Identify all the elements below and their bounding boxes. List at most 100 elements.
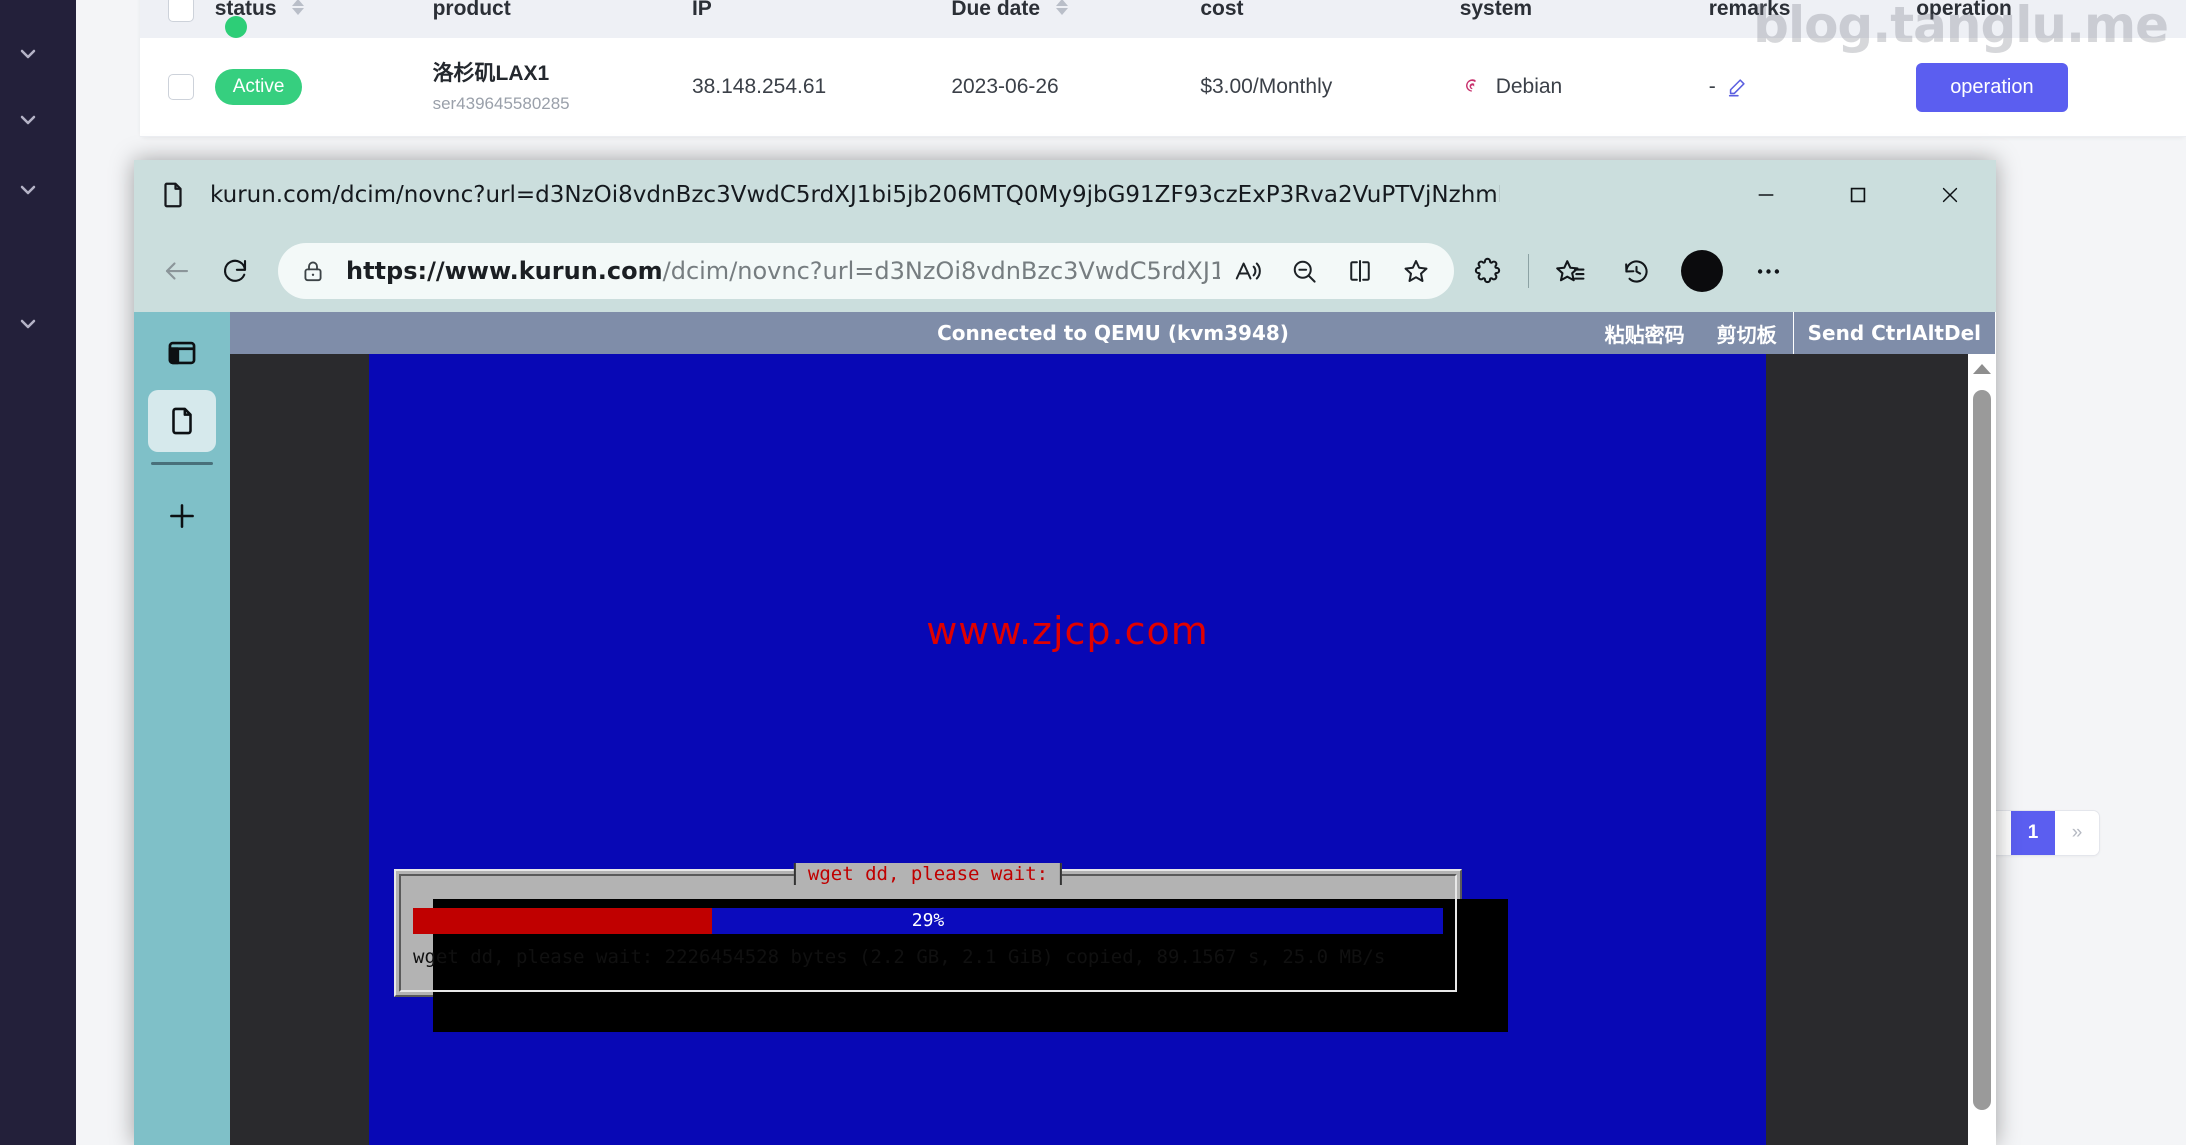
product-serial: ser439645580285	[433, 94, 692, 114]
system-name: Debian	[1496, 75, 1563, 99]
favorites-collection-icon	[1555, 256, 1586, 287]
clipboard-button[interactable]: 剪切板	[1701, 312, 1793, 354]
address-bar[interactable]: https://www.kurun.com/dcim/novnc?url=d3N…	[278, 243, 1454, 299]
th-system: system	[1460, 0, 1709, 38]
back-button[interactable]	[148, 242, 206, 300]
settings-and-more-button[interactable]	[1735, 241, 1801, 301]
novnc-client: Connected to QEMU (kvm3948) 粘贴密码 剪切板 Sen…	[230, 312, 1996, 1145]
vnc-screen-canvas[interactable]: www.zjcp.com wget dd, please wait: 29% w…	[369, 354, 1766, 1145]
tab-panel-toggle-icon	[165, 336, 199, 370]
minimize-button[interactable]	[1720, 160, 1812, 230]
th-due-date[interactable]: Due date	[951, 0, 1200, 38]
browser-title-bar[interactable]: kurun.com/dcim/novnc?url=d3NzOi8vdnBzc3V…	[134, 160, 1996, 230]
history-button[interactable]	[1603, 241, 1669, 301]
row-operation-cell: operation	[1916, 38, 2186, 137]
window-title: kurun.com/dcim/novnc?url=d3NzOi8vdnBzc3V…	[210, 182, 1500, 208]
dialog-title: wget dd, please wait:	[794, 863, 1062, 885]
new-tab-button[interactable]	[148, 485, 216, 547]
th-remarks: remarks	[1709, 0, 1917, 38]
chevron-down-icon	[16, 42, 40, 66]
window-controls	[1720, 160, 1996, 230]
th-product: product	[433, 0, 692, 38]
select-all-checkbox[interactable]	[168, 0, 194, 22]
edit-pencil-icon[interactable]	[1726, 76, 1748, 98]
progress-percent-label: 29%	[413, 910, 1443, 931]
split-screen-icon	[1345, 256, 1375, 286]
extensions-puzzle-icon	[1472, 256, 1503, 287]
th-cost: cost	[1200, 0, 1459, 38]
table-row[interactable]: Active 洛杉矶LAX1 ser439645580285 38.148.25…	[140, 38, 2186, 137]
sort-due-date-icon[interactable]	[1056, 0, 1068, 15]
chevron-down-icon	[16, 178, 40, 202]
scrollbar-thumb[interactable]	[1973, 390, 1991, 1110]
th-ip-label: IP	[692, 0, 712, 20]
pagination-next-button[interactable]: »	[2055, 811, 2099, 855]
th-system-label: system	[1460, 0, 1532, 20]
address-bar-url: https://www.kurun.com/dcim/novnc?url=d3N…	[346, 257, 1220, 285]
operation-button[interactable]: operation	[1916, 63, 2067, 112]
th-product-label: product	[433, 0, 511, 20]
remarks-value: -	[1709, 75, 1716, 99]
services-table-card: status product IP Due date	[140, 0, 2186, 137]
read-aloud-button[interactable]	[1220, 246, 1276, 296]
sidebar-item-3[interactable]	[16, 178, 40, 202]
paste-password-button[interactable]: 粘贴密码	[1589, 312, 1701, 354]
sidebar-item-1[interactable]	[16, 42, 40, 66]
vnc-screen-watermark: www.zjcp.com	[369, 609, 1766, 653]
zoom-out-icon	[1289, 256, 1319, 286]
favorites-button[interactable]	[1537, 241, 1603, 301]
dialog-status-message: wget dd, please wait: 2226454528 bytes (…	[413, 946, 1385, 968]
row-due-date-cell: 2023-06-26	[951, 38, 1200, 137]
sidebar-item-4[interactable]	[16, 312, 40, 336]
chevron-down-icon	[16, 312, 40, 336]
tab-panel-toggle-button[interactable]	[148, 322, 216, 384]
sidebar-item-2[interactable]	[16, 108, 40, 132]
browser-toolbar-right	[1454, 241, 1809, 301]
sort-status-icon[interactable]	[292, 0, 304, 15]
row-select-cell	[140, 38, 215, 137]
vertical-tab-strip	[134, 312, 230, 1145]
table-header: status product IP Due date	[140, 0, 2186, 38]
read-aloud-icon	[1233, 256, 1263, 286]
th-select-all	[140, 0, 215, 38]
chevron-down-icon	[16, 108, 40, 132]
send-ctrl-alt-del-button[interactable]: Send CtrlAltDel	[1793, 312, 1996, 354]
app-sidebar	[0, 0, 76, 1145]
close-button[interactable]	[1904, 160, 1996, 230]
zoom-out-button[interactable]	[1276, 246, 1332, 296]
row-system-cell: Debian	[1460, 38, 1709, 137]
row-ip-cell: 38.148.254.61	[692, 38, 951, 137]
toolbar-divider	[1528, 254, 1529, 288]
row-checkbox[interactable]	[168, 74, 194, 100]
th-operation: operation	[1916, 0, 2186, 38]
row-status-cell: Active	[215, 38, 433, 137]
reload-button[interactable]	[206, 242, 264, 300]
scroll-up-button[interactable]	[1968, 354, 1996, 384]
th-operation-label: operation	[1916, 0, 2012, 20]
avatar	[1681, 250, 1723, 292]
maximize-icon	[1847, 184, 1869, 206]
vnc-scrollbar[interactable]	[1968, 354, 1996, 1145]
th-ip: IP	[692, 0, 951, 38]
profile-button[interactable]	[1669, 241, 1735, 301]
add-favorite-button[interactable]	[1388, 246, 1444, 296]
tab-active-page[interactable]	[148, 390, 216, 452]
status-badge: Active	[215, 69, 303, 105]
maximize-button[interactable]	[1812, 160, 1904, 230]
dialog-inner-frame: wget dd, please wait: 29% wget dd, pleas…	[399, 874, 1457, 992]
th-status[interactable]: status	[215, 0, 433, 38]
th-status-label: status	[215, 0, 277, 20]
th-due-date-label: Due date	[951, 0, 1040, 20]
pagination-page-1[interactable]: 1	[2011, 811, 2055, 855]
table-body: Active 洛杉矶LAX1 ser439645580285 38.148.25…	[140, 38, 2186, 137]
extensions-button[interactable]	[1454, 241, 1520, 301]
favorite-star-icon	[1401, 256, 1431, 286]
close-icon	[1939, 184, 1961, 206]
th-remarks-label: remarks	[1709, 0, 1791, 20]
plus-new-tab-icon	[165, 499, 199, 533]
table-header-row: status product IP Due date	[140, 0, 2186, 38]
th-cost-label: cost	[1200, 0, 1243, 20]
novnc-toolbar: Connected to QEMU (kvm3948) 粘贴密码 剪切板 Sen…	[230, 312, 1996, 354]
split-screen-button[interactable]	[1332, 246, 1388, 296]
page-document-icon	[165, 404, 199, 438]
